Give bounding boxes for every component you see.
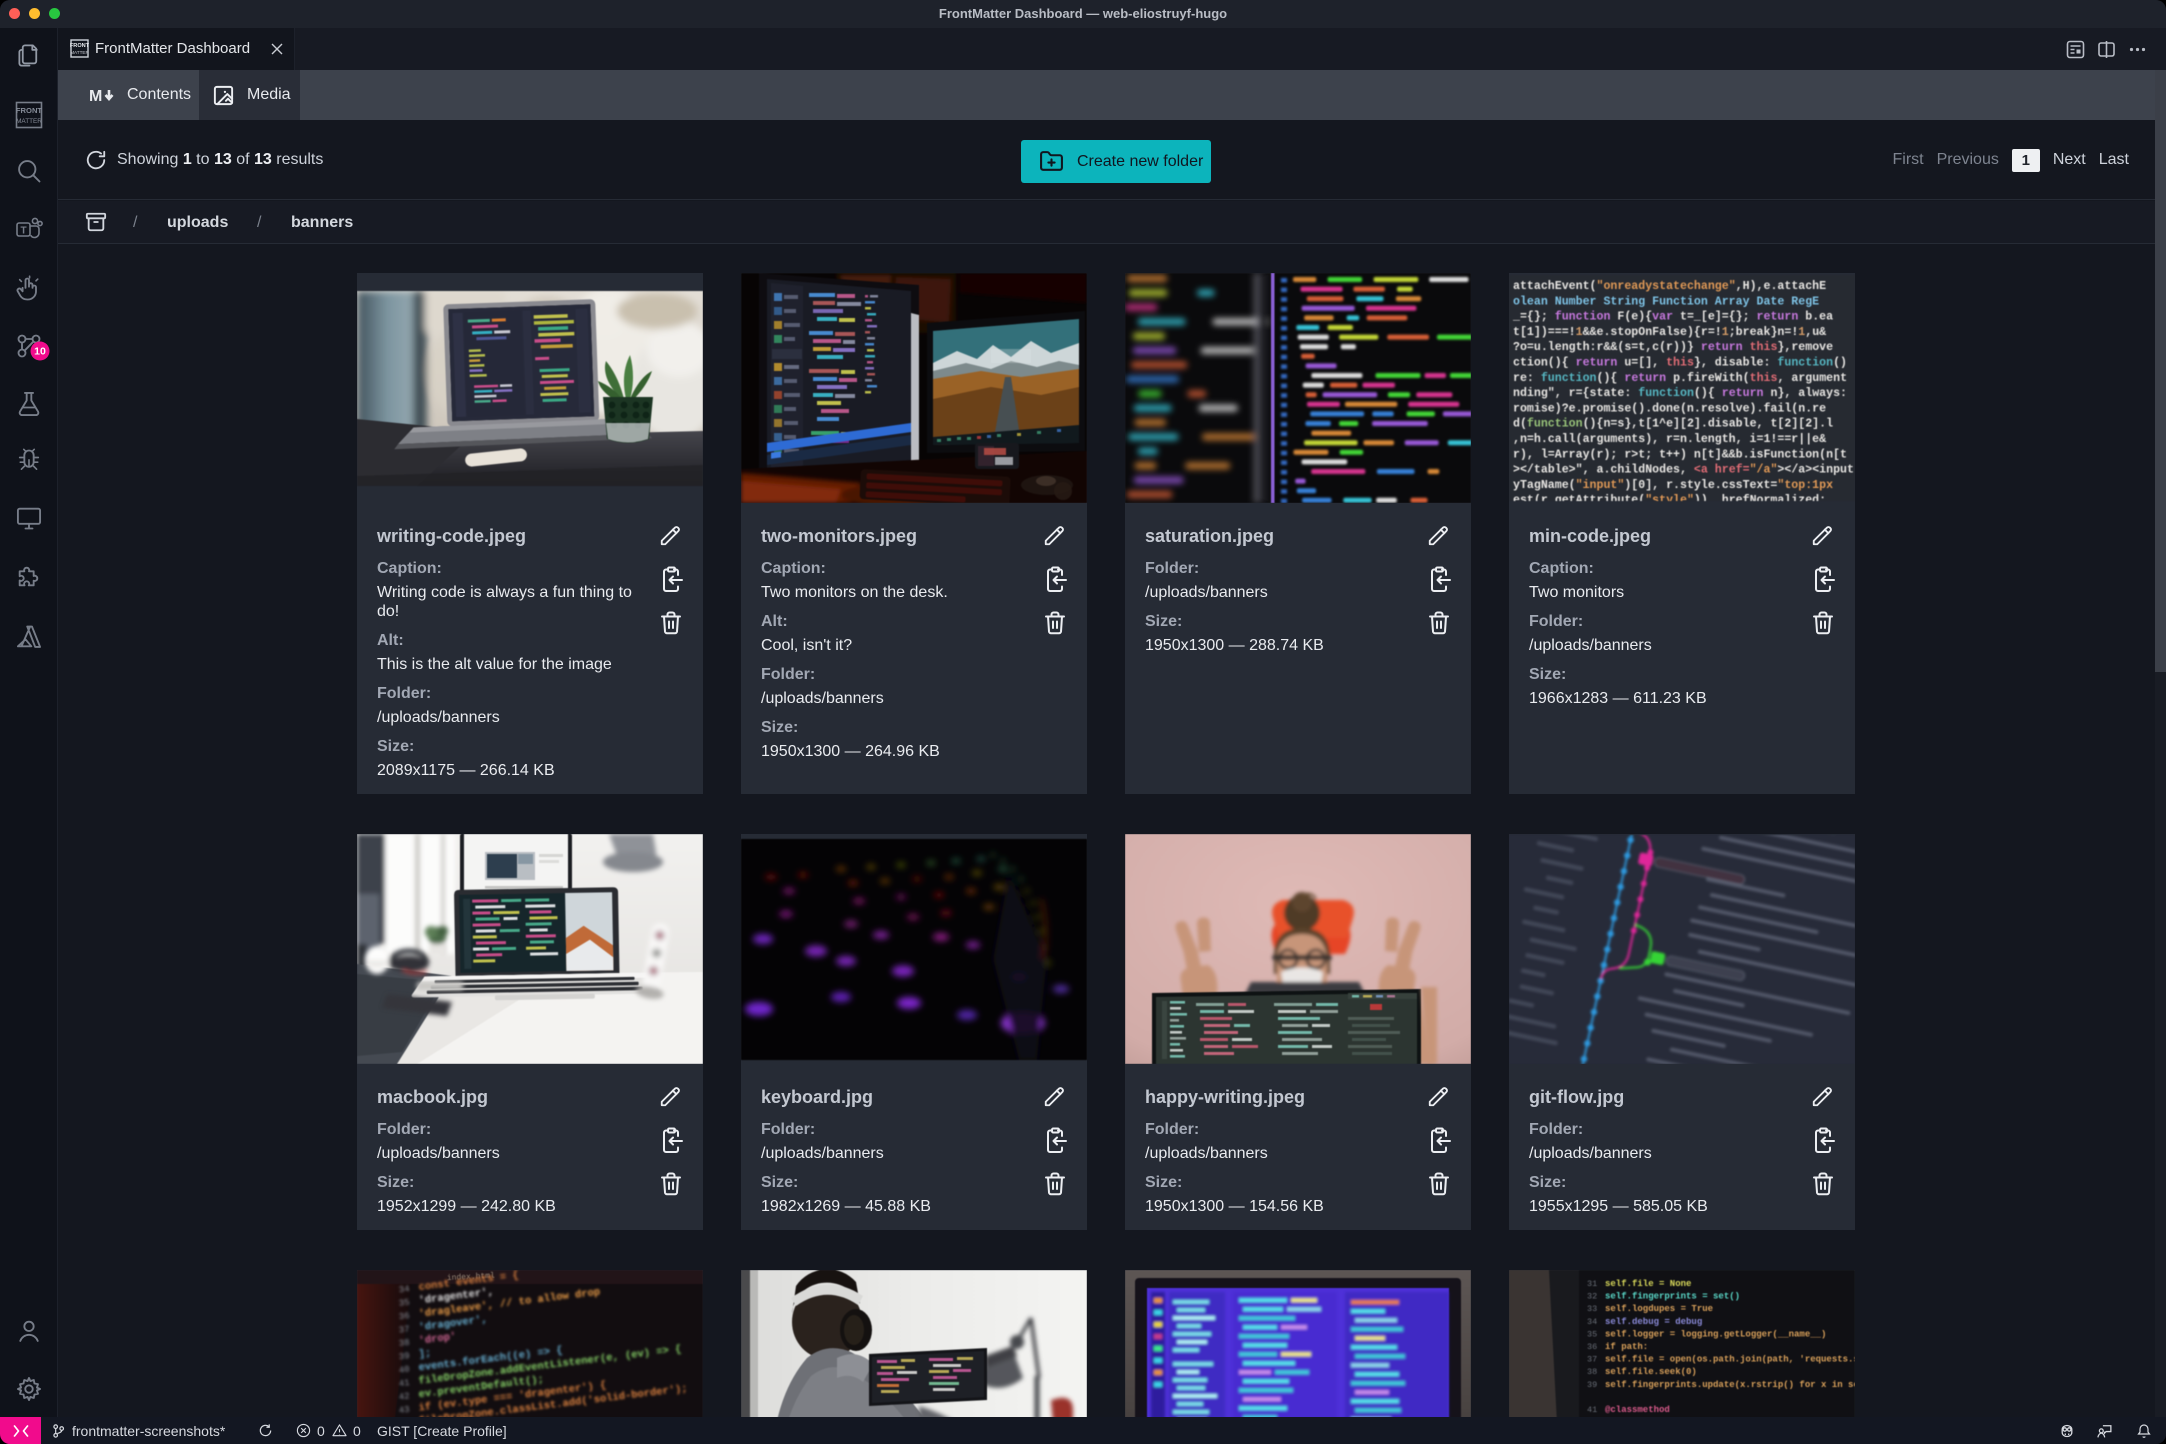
svg-text:_={}; function F(e){var t=_[e]: _={}; function F(e){var t=_[e]={}; retur… — [1512, 311, 1833, 324]
svg-text:34: 34 — [398, 1284, 410, 1295]
svg-text:34: 34 — [1587, 1317, 1597, 1327]
svg-text:38: 38 — [398, 1338, 410, 1349]
svg-text:nding", r={state: function(){: nding", r={state: function(){ return n},… — [1513, 387, 1847, 400]
svg-text:t[1])===!1&&e.stopOnFalse){r=!: t[1])===!1&&e.stopOnFalse){r=!1;break}n=… — [1513, 326, 1826, 339]
svg-text:r), l=Array(r); r>t; t++) n[t]: r), l=Array(r); r>t; t++) n[t]&&b.isFunc… — [1513, 448, 1847, 461]
svg-text:d(function(){n=s},t[1^e][2].di: d(function(){n=s},t[1^e][2].disable, t[2… — [1513, 418, 1833, 431]
svg-text:attachEvent("onreadystatechang: attachEvent("onreadystatechange",H),e.at… — [1513, 280, 1826, 293]
svg-text:self.file.seek(0): self.file.seek(0) — [1605, 1367, 1697, 1377]
svg-text:FRONT: FRONT — [70, 43, 89, 49]
svg-text:FRONT: FRONT — [16, 106, 43, 115]
svg-text:42: 42 — [398, 1391, 410, 1402]
svg-text:10: 10 — [34, 346, 46, 358]
svg-text:37: 37 — [398, 1324, 410, 1335]
svg-text:35: 35 — [398, 1298, 410, 1309]
svg-text:></table>", a.childNodes, <a h: ></table>", a.childNodes, <a href="/a"><… — [1513, 464, 1855, 477]
svg-text:31: 31 — [1587, 1279, 1597, 1289]
svg-text:ction(){ return u=[], this}, d: ction(){ return u=[], this}, disable: fu… — [1513, 357, 1847, 370]
svg-text:self.file = open(os.path.join(: self.file = open(os.path.join(path, 'req… — [1605, 1355, 1855, 1365]
svg-text:@classmethod: @classmethod — [1605, 1405, 1670, 1415]
svg-text:self.debug = debug: self.debug = debug — [1605, 1317, 1702, 1327]
svg-text:olean Number String Function A: olean Number String Function Array Date … — [1513, 295, 1819, 308]
svg-text:self.logger = logging.getLogge: self.logger = logging.getLogger(__name__… — [1605, 1329, 1826, 1339]
svg-text:est(r.getAttribute("style")),: est(r.getAttribute("style")), hrefNormal… — [1513, 494, 1826, 501]
svg-text:33: 33 — [1587, 1304, 1597, 1314]
svg-text:M: M — [89, 88, 102, 104]
svg-text:re: function(){ return p.fireW: re: function(){ return p.fireWith(this, … — [1513, 372, 1847, 385]
svg-text:41: 41 — [398, 1378, 410, 1389]
svg-text:MATTER: MATTER — [70, 50, 89, 55]
svg-text:35: 35 — [1587, 1329, 1597, 1339]
svg-text:36: 36 — [398, 1311, 410, 1322]
svg-text:37: 37 — [1587, 1355, 1597, 1365]
svg-text:];: ]; — [418, 1348, 432, 1361]
svg-text:39: 39 — [398, 1351, 410, 1362]
svg-text:39: 39 — [1587, 1380, 1597, 1390]
svg-text:T: T — [20, 226, 26, 237]
svg-text:MATTER: MATTER — [16, 118, 42, 125]
svg-text:32: 32 — [1587, 1292, 1597, 1302]
svg-text:40: 40 — [398, 1365, 410, 1376]
svg-text:36: 36 — [1587, 1342, 1597, 1352]
svg-text:romise)?e.promise().done(n.res: romise)?e.promise().done(n.resolve).fail… — [1513, 402, 1826, 415]
svg-text:if path:: if path: — [1605, 1342, 1648, 1352]
svg-text:self.file = None: self.file = None — [1605, 1279, 1691, 1289]
svg-text:41: 41 — [1587, 1405, 1597, 1415]
svg-text:43: 43 — [398, 1405, 410, 1416]
svg-text:yTagName("input")[0], r.style.: yTagName("input")[0], r.style.cssText="t… — [1513, 479, 1833, 492]
svg-text:self.logdupes = True: self.logdupes = True — [1605, 1304, 1713, 1314]
svg-text:38: 38 — [1587, 1367, 1597, 1377]
svg-text:self.fingerprints = set(): self.fingerprints = set() — [1605, 1292, 1740, 1302]
svg-text:self.fingerprints.update(x.rst: self.fingerprints.update(x.rstrip() for … — [1605, 1380, 1855, 1390]
svg-text:?o=u.length:r&&(s=t,c(r))} ret: ?o=u.length:r&&(s=t,c(r))} return this},… — [1513, 341, 1833, 354]
svg-text:,n=h.call(arguments), r=n.leng: ,n=h.call(arguments), r=n.length, i=1!==… — [1513, 433, 1826, 446]
